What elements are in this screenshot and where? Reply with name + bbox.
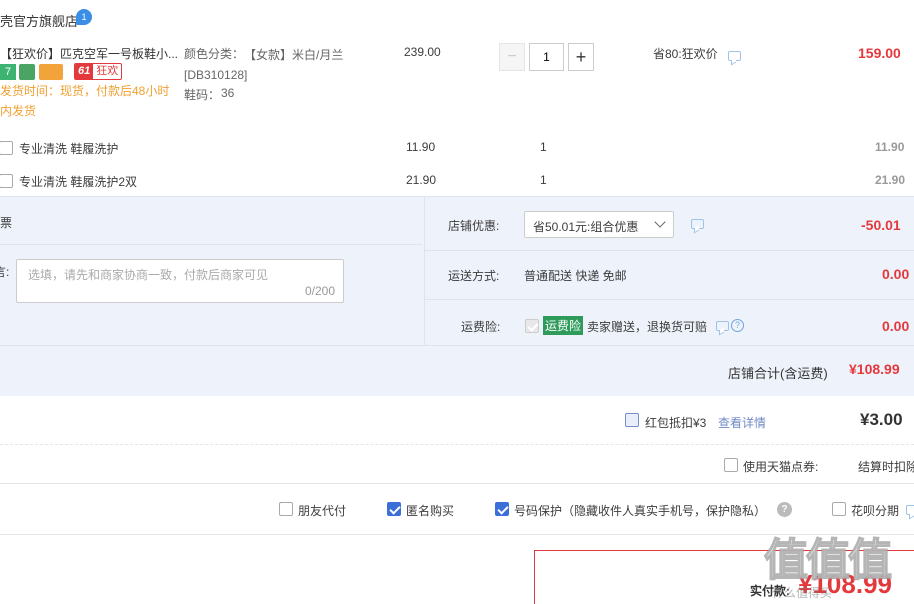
insurance-text: 卖家赠送，退换货可赔 <box>587 320 708 334</box>
redpacket-label: 红包抵扣¥3 <box>645 416 707 430</box>
help-icon[interactable]: ? <box>777 502 792 517</box>
shipping-value: 普通配送 快递 免邮 <box>524 269 627 283</box>
promo-chat-icon[interactable] <box>728 51 741 61</box>
service-price: 11.90 <box>406 140 436 154</box>
insurance-label: 运费险: <box>461 320 501 334</box>
huabei-checkbox[interactable] <box>832 502 846 516</box>
guarantee-icon <box>19 64 35 80</box>
quantity-stepper: − + <box>499 43 595 71</box>
item-title[interactable]: 【狂欢价】匹克空军一号板鞋小... <box>0 45 180 62</box>
delivery-time: 发货时间：现货，付款后48小时内发货 <box>0 84 170 118</box>
service-row: 专业清洗 鞋履洗护2双 21.90 1 21.90 <box>0 164 914 196</box>
actual-pay-amount: ¥108.99 <box>798 569 892 599</box>
tag-61-icon: 61 <box>75 64 94 79</box>
service-qty: 1 <box>540 140 547 154</box>
shop-total-amount: ¥108.99 <box>849 361 900 377</box>
insurance-chat-icon[interactable] <box>716 321 729 331</box>
anonymous-label: 匿名购买 <box>406 504 455 518</box>
qty-plus-button[interactable]: + <box>568 43 594 71</box>
service-checkbox[interactable] <box>0 174 13 188</box>
discount-value: 省50.01元:组合优惠 <box>533 220 639 234</box>
tag-61-kuanghuan: 61 狂欢 <box>74 63 123 80</box>
invoice-label: 票 <box>0 216 13 230</box>
item-total: 159.00 <box>858 45 901 61</box>
service-name: 专业清洗 鞋履洗护 <box>19 142 119 156</box>
number-protect-checkbox[interactable] <box>495 502 509 516</box>
discount-label: 店铺优惠: <box>448 219 500 233</box>
redpacket-amount: ¥3.00 <box>860 410 903 429</box>
shop-badge-icon[interactable]: 1 <box>76 9 92 25</box>
huabei-chat-icon[interactable] <box>906 505 914 515</box>
message-box[interactable]: 选填，请先和商家协商一致，付款后商家可见 0/200 <box>16 259 344 303</box>
shop-header: 壳官方旗舰店 1 <box>0 0 914 36</box>
service-total: 11.90 <box>875 140 905 154</box>
shop-name[interactable]: 壳官方旗舰店 <box>0 11 78 30</box>
number-protect-label: 号码保护（隐藏收件人真实手机号，保护隐私） <box>514 504 767 518</box>
redpacket-detail-link[interactable]: 查看详情 <box>718 414 766 431</box>
insurance-checkbox[interactable] <box>525 319 539 333</box>
size-label: 鞋码： <box>184 88 221 102</box>
service-qty: 1 <box>540 173 547 187</box>
tag-7-icon: 7 <box>0 64 16 80</box>
qty-input[interactable] <box>529 43 564 71</box>
message-count: 0/200 <box>304 284 335 298</box>
shipping-label: 运送方式: <box>448 269 500 283</box>
service-total: 21.90 <box>875 173 906 187</box>
anonymous-checkbox[interactable] <box>387 502 401 516</box>
service-name: 专业清洗 鞋履洗护2双 <box>19 175 138 189</box>
order-options-panel: 票 言: 选填，请先和商家协商一致，付款后商家可见 0/200 店铺优惠: 省5… <box>0 196 914 396</box>
friend-pay-label: 朋友代付 <box>298 504 347 518</box>
message-placeholder: 选填，请先和商家协商一致，付款后商家可见 <box>28 268 269 282</box>
service-row: 专业清洗 鞋履洗护 11.90 1 11.90 <box>0 132 914 164</box>
chevron-down-icon <box>654 216 666 228</box>
message-label: 言: <box>0 265 10 279</box>
shipping-amount: 0.00 <box>882 266 910 282</box>
qty-minus-button[interactable]: − <box>499 43 525 71</box>
service-price: 21.90 <box>406 173 437 187</box>
actual-pay-box: 实付款: ¥108.99 <box>534 550 914 604</box>
huabei-label: 花呗分期 <box>851 504 900 518</box>
tag-kuanghuan: 狂欢 <box>96 65 119 77</box>
insurance-amount: 0.00 <box>882 318 910 334</box>
service-checkbox[interactable] <box>0 141 13 155</box>
shop-total-label: 店铺合计(含运费) <box>728 366 828 381</box>
card-icon <box>39 64 63 80</box>
shop-badge-count: 1 <box>81 12 87 22</box>
help-icon[interactable]: ? <box>731 319 744 332</box>
redpacket-row: 红包抵扣¥3 查看详情 ¥3.00 <box>0 397 914 445</box>
sku-value: 【女款】米白/月兰[DB310128] <box>184 48 344 82</box>
actual-pay-label: 实付款: <box>750 584 790 598</box>
redpacket-checkbox[interactable] <box>625 413 639 427</box>
payment-options-row: 朋友代付 匿名购买 号码保护（隐藏收件人真实手机号，保护隐私） ? 花呗分期 <box>0 485 914 535</box>
tmall-points-label: 使用天猫点券: <box>743 460 819 474</box>
size-value: 36 <box>221 86 235 100</box>
item-promo: 省80:狂欢价 <box>653 47 718 61</box>
friend-pay-checkbox[interactable] <box>279 502 293 516</box>
discount-chat-icon[interactable] <box>691 219 704 229</box>
insurance-badge: 运费险 <box>543 316 584 335</box>
discount-select[interactable]: 省50.01元:组合优惠 <box>524 211 674 238</box>
tmall-points-row: 使用天猫点券: 结算时扣除 <box>0 446 914 484</box>
item-row: 【狂欢价】匹克空军一号板鞋小... 7 61 狂欢 发货时间：现货，付款后48小时… <box>0 36 914 132</box>
discount-amount: -50.01 <box>861 217 901 233</box>
tmall-points-note: 结算时扣除 <box>858 460 914 474</box>
tmall-points-checkbox[interactable] <box>724 458 738 472</box>
unit-price: 239.00 <box>404 45 441 59</box>
